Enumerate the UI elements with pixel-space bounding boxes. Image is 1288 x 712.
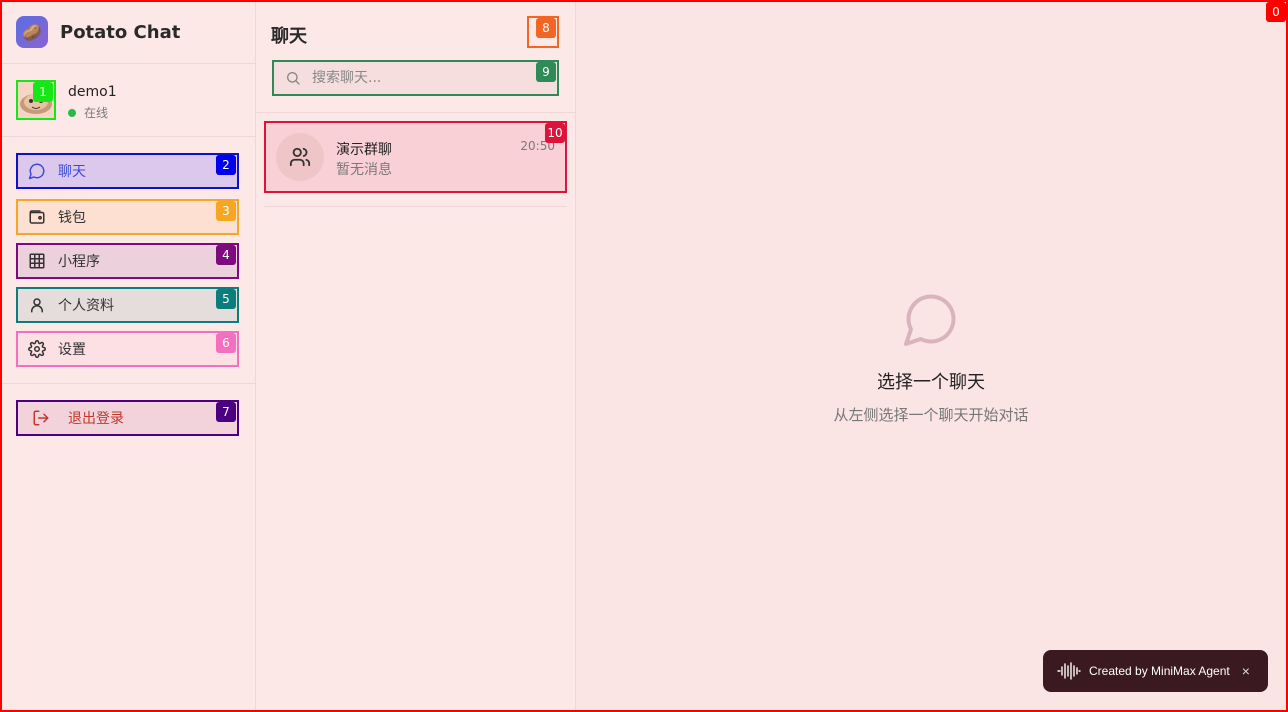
minimax-toast[interactable]: Created by MiniMax Agent × xyxy=(1043,650,1268,692)
logout-label: 退出登录 xyxy=(68,411,124,427)
divider xyxy=(2,136,255,137)
overlay-badge: 0 xyxy=(1266,2,1286,22)
divider xyxy=(264,206,567,207)
divider xyxy=(2,383,255,384)
toast-text: Created by MiniMax Agent xyxy=(1089,664,1230,678)
nav-item-chats[interactable]: 聊天 xyxy=(16,153,239,189)
nav-label: 小程序 xyxy=(58,254,100,270)
gear-icon xyxy=(28,340,46,358)
status-label: 在线 xyxy=(84,106,109,120)
overlay-badge: 8 xyxy=(536,18,556,38)
nav-item-settings[interactable]: 设置 xyxy=(16,331,239,367)
message-circle-icon xyxy=(28,162,46,180)
app-name: Potato Chat xyxy=(60,21,181,43)
logout-button[interactable]: 退出登录 xyxy=(16,400,239,436)
overlay-badge: 6 xyxy=(216,333,236,353)
brand: 🥔 Potato Chat xyxy=(16,16,180,48)
nav-item-mini-programs[interactable]: 小程序 xyxy=(16,243,239,279)
overlay-badge: 9 xyxy=(536,62,556,82)
online-dot-icon xyxy=(68,108,76,117)
nav-item-profile[interactable]: 个人资料 xyxy=(16,287,239,323)
close-icon[interactable]: × xyxy=(1242,663,1250,679)
waveform-icon xyxy=(1057,662,1081,680)
overlay-badge: 10 xyxy=(545,123,565,143)
user-icon xyxy=(28,296,46,314)
grid-icon xyxy=(28,252,46,270)
divider xyxy=(2,63,255,64)
logout-icon xyxy=(32,409,50,427)
nav-label: 个人资料 xyxy=(58,298,114,314)
panel-title: 聊天 xyxy=(271,26,307,47)
empty-state-subtitle: 从左侧选择一个聊天开始对话 xyxy=(833,406,1029,424)
potato-logo-icon: 🥔 xyxy=(16,16,48,48)
overlay-badge: 2 xyxy=(216,155,236,175)
chat-last-message: 暂无消息 xyxy=(336,162,392,178)
nav-label: 钱包 xyxy=(58,210,86,226)
group-users-icon xyxy=(276,133,324,181)
username: demo1 xyxy=(68,84,117,100)
main-content: 选择一个聊天 从左侧选择一个聊天开始对话 xyxy=(576,2,1286,710)
overlay-badge: 1 xyxy=(33,82,53,102)
online-status: 在线 xyxy=(68,104,108,121)
chat-name: 演示群聊 xyxy=(336,142,392,158)
search-box[interactable] xyxy=(272,60,559,96)
message-circle-icon xyxy=(904,294,956,346)
sidebar: 🥔 Potato Chat demo1 在线 聊天 钱包 小程序 个人资料 设置… xyxy=(2,2,256,710)
overlay-badge: 3 xyxy=(216,201,236,221)
search-input[interactable] xyxy=(310,69,534,87)
overlay-badge: 7 xyxy=(216,402,236,422)
overlay-badge: 4 xyxy=(216,245,236,265)
nav-label: 设置 xyxy=(58,342,86,358)
chat-list-item[interactable]: 演示群聊 20:50 暂无消息 xyxy=(264,121,567,193)
nav-label: 聊天 xyxy=(58,164,86,180)
overlay-badge: 5 xyxy=(216,289,236,309)
empty-state-title: 选择一个聊天 xyxy=(877,372,985,393)
search-icon xyxy=(284,69,302,87)
divider xyxy=(256,112,575,113)
wallet-icon xyxy=(28,208,46,226)
nav-item-wallet[interactable]: 钱包 xyxy=(16,199,239,235)
chat-list-panel: 聊天 演示群聊 20:50 暂无消息 xyxy=(256,2,576,710)
